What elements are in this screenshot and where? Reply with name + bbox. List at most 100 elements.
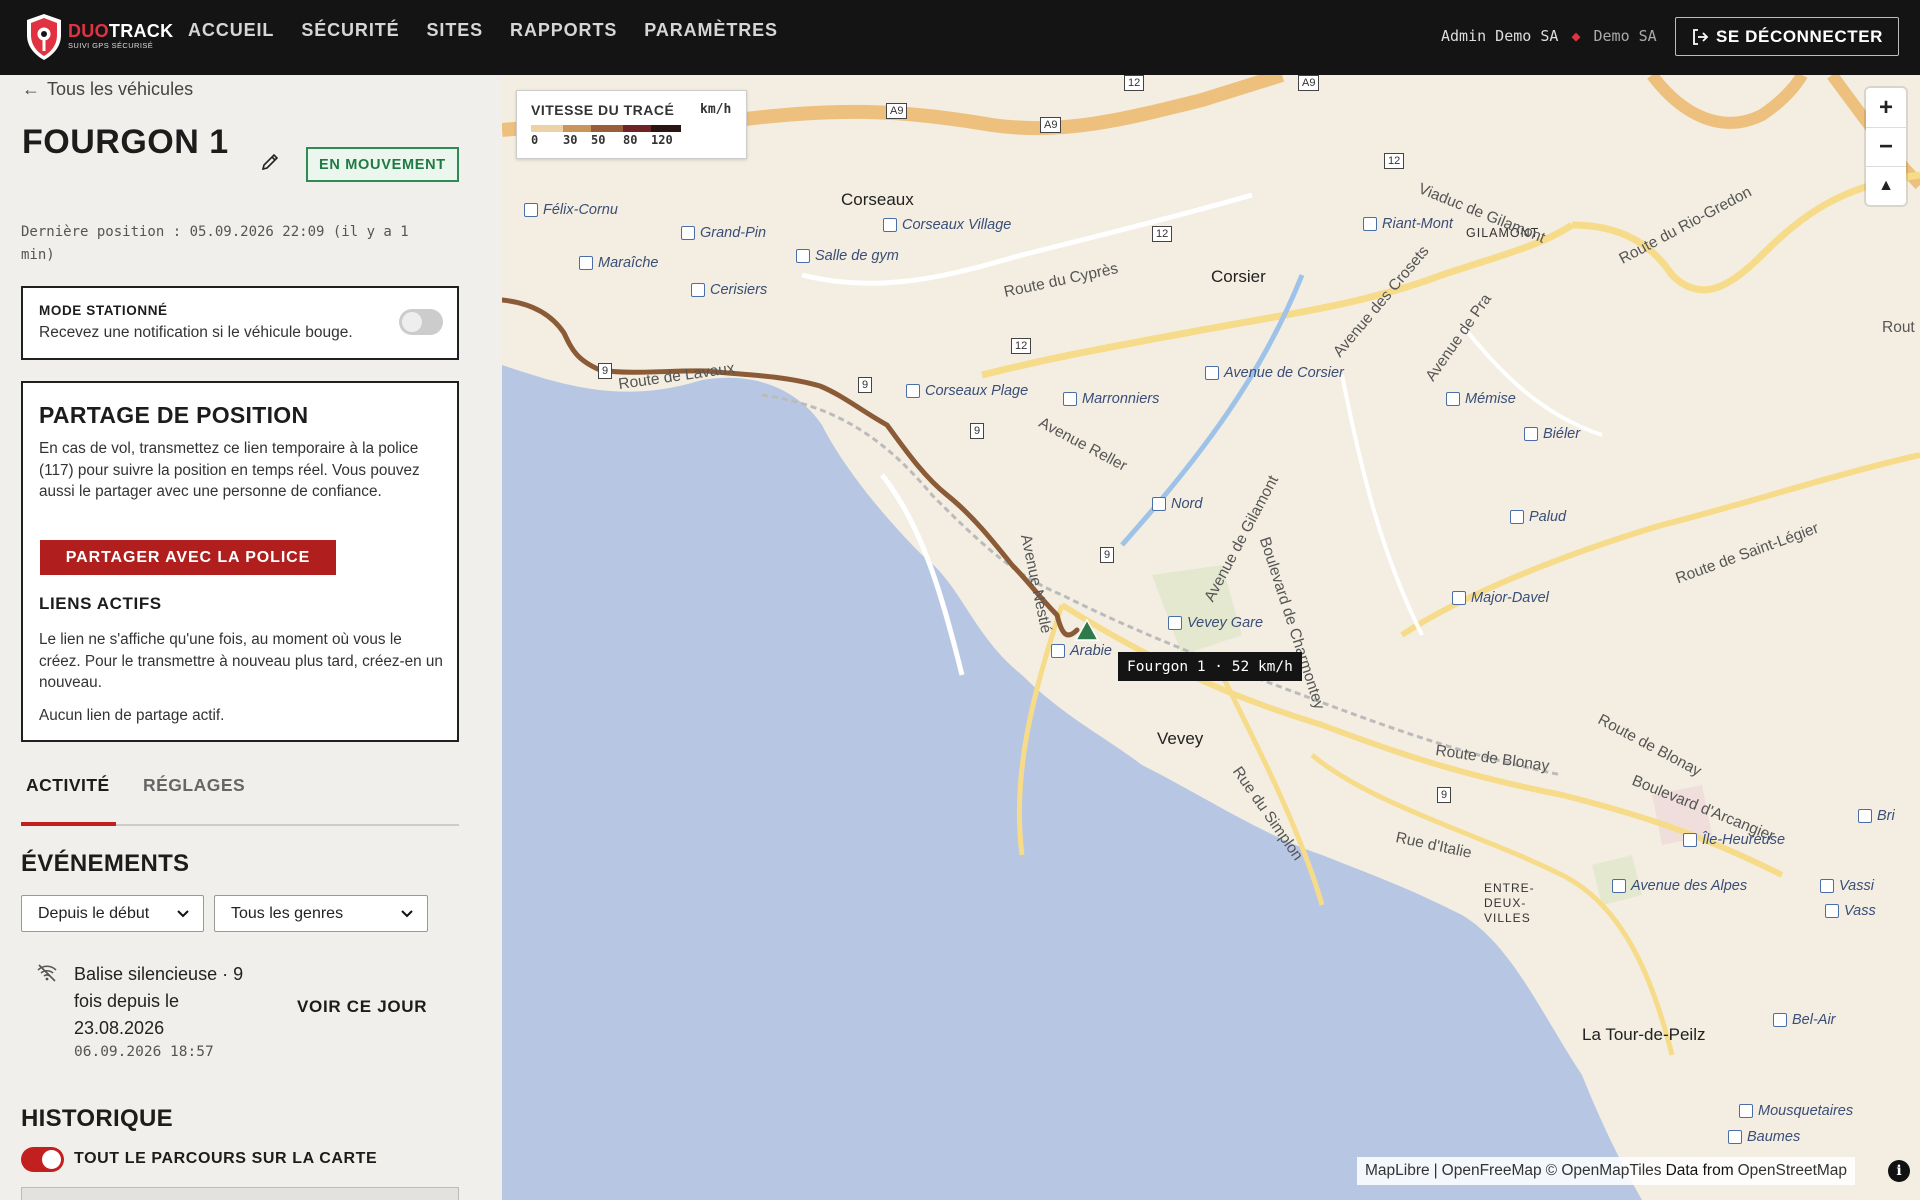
legend-tick: 50 <box>591 133 606 147</box>
bus-stop[interactable]: Corseaux Village <box>883 217 1011 233</box>
wifi-off-icon <box>37 964 57 982</box>
bus-stop-icon <box>1728 1130 1742 1144</box>
period-filter-value: Depuis le début <box>38 904 150 922</box>
bus-stop[interactable]: Nord <box>1152 496 1202 512</box>
toggle-knob <box>402 312 422 332</box>
tab-reglages[interactable]: RÉGLAGES <box>143 775 245 796</box>
bus-stop-icon <box>1825 904 1839 918</box>
bus-stop-icon <box>1205 366 1219 380</box>
bus-stop[interactable]: Cerisiers <box>691 282 767 298</box>
bus-stop[interactable]: Palud <box>1510 509 1566 525</box>
bus-stop-icon <box>1773 1013 1787 1027</box>
map-view[interactable]: Corseaux Corsier Vevey La Tour-de-Peilz … <box>502 75 1920 1200</box>
zoom-out-button[interactable]: − <box>1866 127 1906 166</box>
info-icon[interactable]: i <box>1888 1160 1910 1182</box>
view-day-link[interactable]: VOIR CE JOUR <box>297 997 427 1017</box>
compass-button[interactable]: ▲ <box>1866 166 1906 205</box>
map-base-layer <box>502 75 1920 1200</box>
speed-legend: VITESSE DU TRACÉ km/h 0 30 50 80 120 <box>516 90 747 159</box>
route-shield: 9 <box>1437 787 1452 803</box>
bus-stop[interactable]: Grand-Pin <box>681 225 766 241</box>
duotrack-logo[interactable]: DUOTRACK SUIVI GPS SÉCURISÉ <box>22 13 174 61</box>
bus-stop[interactable]: Bri <box>1858 808 1895 824</box>
legend-tick: 0 <box>531 133 539 147</box>
logout-label: SE DÉCONNECTER <box>1715 26 1884 46</box>
bus-stop[interactable]: Marronniers <box>1063 391 1159 407</box>
nav-securite[interactable]: SÉCURITÉ <box>301 20 399 41</box>
type-filter-value: Tous les genres <box>231 904 344 922</box>
active-tab-indicator <box>21 822 116 826</box>
share-with-police-button[interactable]: PARTAGER AVEC LA POLICE <box>40 540 336 575</box>
bus-stop[interactable]: Vassi <box>1820 878 1874 894</box>
back-link[interactable]: ← Tous les véhicules <box>22 79 193 100</box>
bus-stop[interactable]: Mémise <box>1446 391 1516 407</box>
event-timestamp: 06.09.2026 18:57 <box>74 1044 214 1060</box>
top-bar: DUOTRACK SUIVI GPS SÉCURISÉ ACCUEIL SÉCU… <box>0 0 1920 75</box>
nav-parametres[interactable]: PARAMÈTRES <box>644 20 778 41</box>
bus-stop[interactable]: Mousquetaires <box>1739 1103 1853 1119</box>
share-description: En cas de vol, transmettez ce lien tempo… <box>39 440 420 500</box>
bus-stop-icon <box>1820 879 1834 893</box>
bus-stop[interactable]: Bel-Air <box>1773 1012 1836 1028</box>
history-title: HISTORIQUE <box>21 1105 173 1132</box>
legend-tick: 120 <box>651 133 673 147</box>
bus-stop[interactable]: Avenue de Corsier <box>1205 365 1344 381</box>
tab-activite[interactable]: ACTIVITÉ <box>26 775 110 796</box>
zoom-in-button[interactable]: + <box>1866 88 1906 127</box>
attribution-text: Data from <box>1665 1162 1734 1179</box>
bus-stop[interactable]: Vass <box>1825 903 1876 919</box>
place-label: Corseaux <box>841 190 914 209</box>
nav-rapports[interactable]: RAPPORTS <box>510 20 617 41</box>
nav-accueil[interactable]: ACCUEIL <box>188 20 274 41</box>
bus-stop[interactable]: Vevey Gare <box>1168 615 1263 631</box>
full-route-toggle[interactable] <box>21 1147 64 1172</box>
parked-mode-description: Recevez une notification si le véhicule … <box>39 324 353 341</box>
bus-stop-icon <box>1524 427 1538 441</box>
nav-sites[interactable]: SITES <box>427 20 484 41</box>
legend-color-scale <box>531 125 681 132</box>
bus-stop[interactable]: Major-Davel <box>1452 590 1549 606</box>
logout-button[interactable]: SE DÉCONNECTER <box>1675 17 1899 56</box>
attribution-link[interactable]: OpenStreetMap <box>1738 1162 1847 1180</box>
attribution-link[interactable]: MapLibre <box>1365 1162 1430 1180</box>
vehicle-sidebar: ← Tous les véhicules FOURGON 1 EN MOUVEM… <box>0 75 502 1200</box>
bus-stop-icon <box>1683 833 1697 847</box>
share-title: PARTAGE DE POSITION <box>39 402 309 428</box>
legend-swatch <box>531 125 563 132</box>
bus-stop-icon <box>691 283 705 297</box>
route-shield: 9 <box>970 423 985 439</box>
parked-mode-toggle[interactable] <box>399 309 443 335</box>
bus-stop[interactable]: Corseaux Plage <box>906 383 1028 399</box>
route-shield: 12 <box>1384 153 1405 169</box>
attribution-link[interactable]: © OpenMapTiles <box>1546 1162 1662 1180</box>
active-links-note: Le lien ne s'affiche qu'une fois, au mom… <box>39 631 443 691</box>
bus-stop-icon <box>1739 1104 1753 1118</box>
bus-stop[interactable]: Baumes <box>1728 1129 1800 1145</box>
place-label: La Tour-de-Peilz <box>1582 1025 1706 1044</box>
chevron-down-icon <box>401 909 413 917</box>
edit-pencil-icon[interactable] <box>260 152 280 172</box>
attribution-link[interactable]: OpenFreeMap <box>1442 1162 1542 1180</box>
legend-tick: 80 <box>623 133 638 147</box>
bus-stop[interactable]: Maraîche <box>579 255 658 271</box>
bus-stop[interactable]: Félix-Cornu <box>524 202 618 218</box>
bus-stop[interactable]: Riant-Mont <box>1363 216 1453 232</box>
active-links-title: LIENS ACTIFS <box>39 594 162 613</box>
brand-name: DUOTRACK <box>68 21 174 41</box>
route-shield: 12 <box>1152 226 1173 242</box>
road-label: Rout <box>1882 319 1915 336</box>
bus-stop[interactable]: Salle de gym <box>796 248 899 264</box>
account-separator-icon: ◆ <box>1571 27 1581 45</box>
parked-mode-title: MODE STATIONNÉ <box>39 303 168 318</box>
type-filter-select[interactable]: Tous les genres <box>214 895 428 932</box>
bus-stop-icon <box>1612 879 1626 893</box>
arrow-left-icon: ← <box>22 79 40 99</box>
period-filter-select[interactable]: Depuis le début <box>21 895 204 932</box>
bus-stop[interactable]: Avenue des Alpes <box>1612 878 1747 894</box>
route-shield: 9 <box>598 363 613 379</box>
account-user: Admin Demo SA <box>1441 27 1559 45</box>
place-label: ENTRE-DEUX-VILLES <box>1484 881 1535 925</box>
bus-stop[interactable]: Arabie <box>1051 643 1112 659</box>
compass-icon: ▲ <box>1878 177 1894 194</box>
bus-stop[interactable]: Biéler <box>1524 426 1580 442</box>
